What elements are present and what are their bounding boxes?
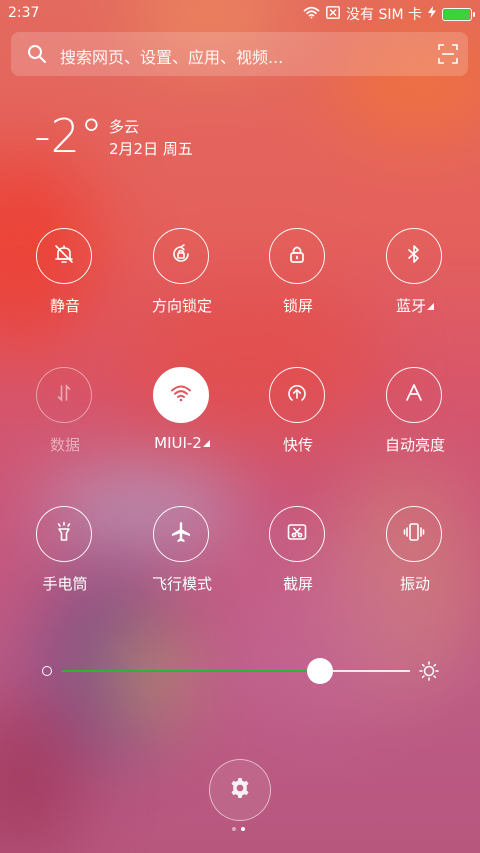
search-placeholder: 搜索网页、设置、应用、视频... — [60, 48, 284, 67]
status-bar: 2:37 没有 SIM 卡 — [0, 0, 480, 28]
bell-off-icon — [52, 242, 76, 270]
battery-icon — [442, 7, 475, 21]
toggle-mobile-data-circle[interactable] — [36, 367, 92, 423]
search-icon — [27, 44, 47, 68]
toggle-mute[interactable]: 静音 — [7, 228, 123, 338]
toggle-flashlight[interactable]: 手电筒 — [7, 506, 123, 616]
toggle-wifi-circle[interactable] — [153, 367, 209, 423]
page-dot — [232, 827, 236, 831]
toggle-mobile-data[interactable]: 数据 — [7, 367, 123, 477]
auto-brightness-icon — [402, 381, 426, 409]
flashlight-icon — [52, 520, 76, 548]
quick-transfer-icon — [285, 381, 309, 409]
brightness-low-icon — [42, 666, 52, 676]
more-arrow-icon — [427, 303, 434, 310]
toggle-flashlight-circle[interactable] — [36, 506, 92, 562]
toggle-rotation-lock[interactable]: 方向锁定 — [124, 228, 240, 338]
toggle-flashlight-label: 手电筒 — [42, 575, 88, 593]
weather-widget[interactable]: -2° 多云 2月2日 周五 — [34, 110, 334, 170]
toggle-auto-brightness[interactable]: 自动亮度 — [357, 367, 473, 477]
toggle-bluetooth[interactable]: 蓝牙 — [357, 228, 473, 338]
toggle-quick-transfer-label: 快传 — [282, 436, 313, 454]
weather-condition: 多云 — [109, 118, 140, 136]
toggle-lock-screen-label: 锁屏 — [282, 297, 313, 315]
page-dot-current — [241, 827, 245, 831]
weather-temperature: -2° — [34, 109, 103, 163]
screenshot-icon — [285, 520, 309, 548]
mobile-data-icon — [52, 381, 76, 409]
weather-date: 2月2日 周五 — [109, 140, 193, 158]
battery-level-fill — [444, 9, 470, 19]
toggle-lock-screen[interactable]: 锁屏 — [240, 228, 356, 338]
gear-icon — [228, 776, 252, 804]
brightness-fill — [62, 670, 320, 672]
scan-icon[interactable] — [438, 44, 458, 68]
charging-icon — [428, 6, 436, 22]
toggle-airplane-mode[interactable]: 飞行模式 — [124, 506, 240, 616]
bluetooth-icon — [402, 242, 426, 270]
toggle-lock-screen-circle[interactable] — [269, 228, 325, 284]
toggle-bluetooth-label: 蓝牙 — [357, 295, 473, 316]
vibrate-icon — [402, 520, 426, 548]
toggle-screenshot[interactable]: 截屏 — [240, 506, 356, 616]
toggle-auto-brightness-label: 自动亮度 — [384, 436, 445, 454]
toggle-wifi[interactable]: MIUI-2 — [124, 367, 240, 477]
status-time: 2:37 — [8, 5, 40, 21]
toggle-wifi-label: MIUI-2 — [124, 434, 240, 452]
toggle-quick-transfer[interactable]: 快传 — [240, 367, 356, 477]
no-sim-icon — [326, 5, 340, 23]
toggle-mobile-data-label: 数据 — [49, 436, 80, 454]
toggle-airplane-mode-circle[interactable] — [153, 506, 209, 562]
search-bar[interactable]: 搜索网页、设置、应用、视频... — [11, 32, 468, 76]
rotation-lock-icon — [169, 242, 193, 270]
toggle-quick-transfer-circle[interactable] — [269, 367, 325, 423]
toggle-airplane-mode-label: 飞行模式 — [151, 575, 212, 593]
brightness-high-icon — [419, 661, 439, 681]
toggle-screenshot-label: 截屏 — [282, 575, 313, 593]
toggle-rotation-lock-circle[interactable] — [153, 228, 209, 284]
toggle-mute-label: 静音 — [49, 297, 80, 315]
airplane-icon — [169, 520, 193, 548]
toggle-vibrate-circle[interactable] — [386, 506, 442, 562]
wifi-signal-icon — [303, 6, 320, 23]
toggle-rotation-lock-label: 方向锁定 — [151, 297, 212, 315]
lock-icon — [285, 242, 309, 270]
toggle-screenshot-circle[interactable] — [269, 506, 325, 562]
toggle-bluetooth-circle[interactable] — [386, 228, 442, 284]
brightness-knob[interactable] — [306, 658, 333, 684]
toggle-vibrate[interactable]: 振动 — [357, 506, 473, 616]
page-indicator — [232, 827, 245, 831]
brightness-slider[interactable] — [40, 656, 440, 686]
settings-button[interactable] — [209, 759, 271, 821]
carrier-text: 没有 SIM 卡 — [346, 7, 422, 23]
toggle-auto-brightness-circle[interactable] — [386, 367, 442, 423]
more-arrow-icon — [202, 440, 210, 447]
toggle-vibrate-label: 振动 — [399, 575, 430, 593]
wifi-icon — [169, 381, 193, 409]
toggle-mute-circle[interactable] — [36, 228, 92, 284]
